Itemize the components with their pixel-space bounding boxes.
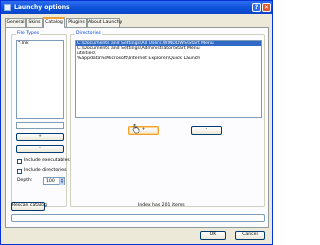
hand-cursor-icon xyxy=(132,124,140,134)
include-executables-label: Include executables xyxy=(24,158,70,163)
file-types-list[interactable]: *.lnk xyxy=(16,40,64,119)
directory-item[interactable]: %appdata%\Microsoft\Internet Explorer\Qu… xyxy=(76,56,261,61)
title-bar[interactable]: Launchy options ? ✕ xyxy=(1,1,272,14)
tab-plugins[interactable]: Plugins xyxy=(66,18,87,27)
remove-file-type-button[interactable]: - xyxy=(16,145,64,153)
file-type-input[interactable] xyxy=(16,122,64,129)
include-directories-label: Include directories xyxy=(24,168,67,173)
spin-arrows-icon[interactable]: ▲ ▼ xyxy=(59,178,64,185)
remove-directory-button[interactable]: - xyxy=(191,126,222,135)
window-title: Launchy options xyxy=(14,4,70,11)
tab-catalog[interactable]: Catalog xyxy=(43,17,65,28)
cancel-button[interactable]: Cancel xyxy=(235,231,265,240)
include-directories-checkbox[interactable] xyxy=(17,169,22,174)
file-types-title: File Types xyxy=(16,31,41,37)
file-types-group: File Types *.lnk + - Include executables… xyxy=(11,31,70,207)
tab-about-launchy[interactable]: About Launchy xyxy=(87,18,122,27)
depth-value: 100 xyxy=(46,179,55,184)
file-type-item[interactable]: *.lnk xyxy=(17,41,63,46)
options-window: Launchy options ? ✕ General Skins Catalo… xyxy=(0,0,273,245)
depth-label: Depth: xyxy=(17,178,33,183)
directories-title: Directories xyxy=(75,31,102,37)
include-executables-checkbox[interactable] xyxy=(17,159,22,164)
tab-general[interactable]: General xyxy=(5,18,26,27)
directories-list[interactable]: C:\Documents and Settings\All Users.WIND… xyxy=(75,40,262,118)
launchy-app-icon xyxy=(4,4,11,11)
help-button[interactable]: ? xyxy=(252,3,261,12)
tab-skins[interactable]: Skins xyxy=(26,18,43,27)
index-progress-bar xyxy=(11,214,265,222)
ok-button[interactable]: OK xyxy=(200,231,226,240)
depth-spinbox[interactable]: 100 ▲ ▼ xyxy=(43,177,65,185)
rescan-catalog-button[interactable]: Rescan catalog xyxy=(11,202,47,211)
index-status: Index has 201 items xyxy=(138,203,185,208)
close-button[interactable]: ✕ xyxy=(262,3,271,12)
directories-group: Directories C:\Documents and Settings\Al… xyxy=(70,31,265,207)
add-file-type-button[interactable]: + xyxy=(16,133,64,141)
